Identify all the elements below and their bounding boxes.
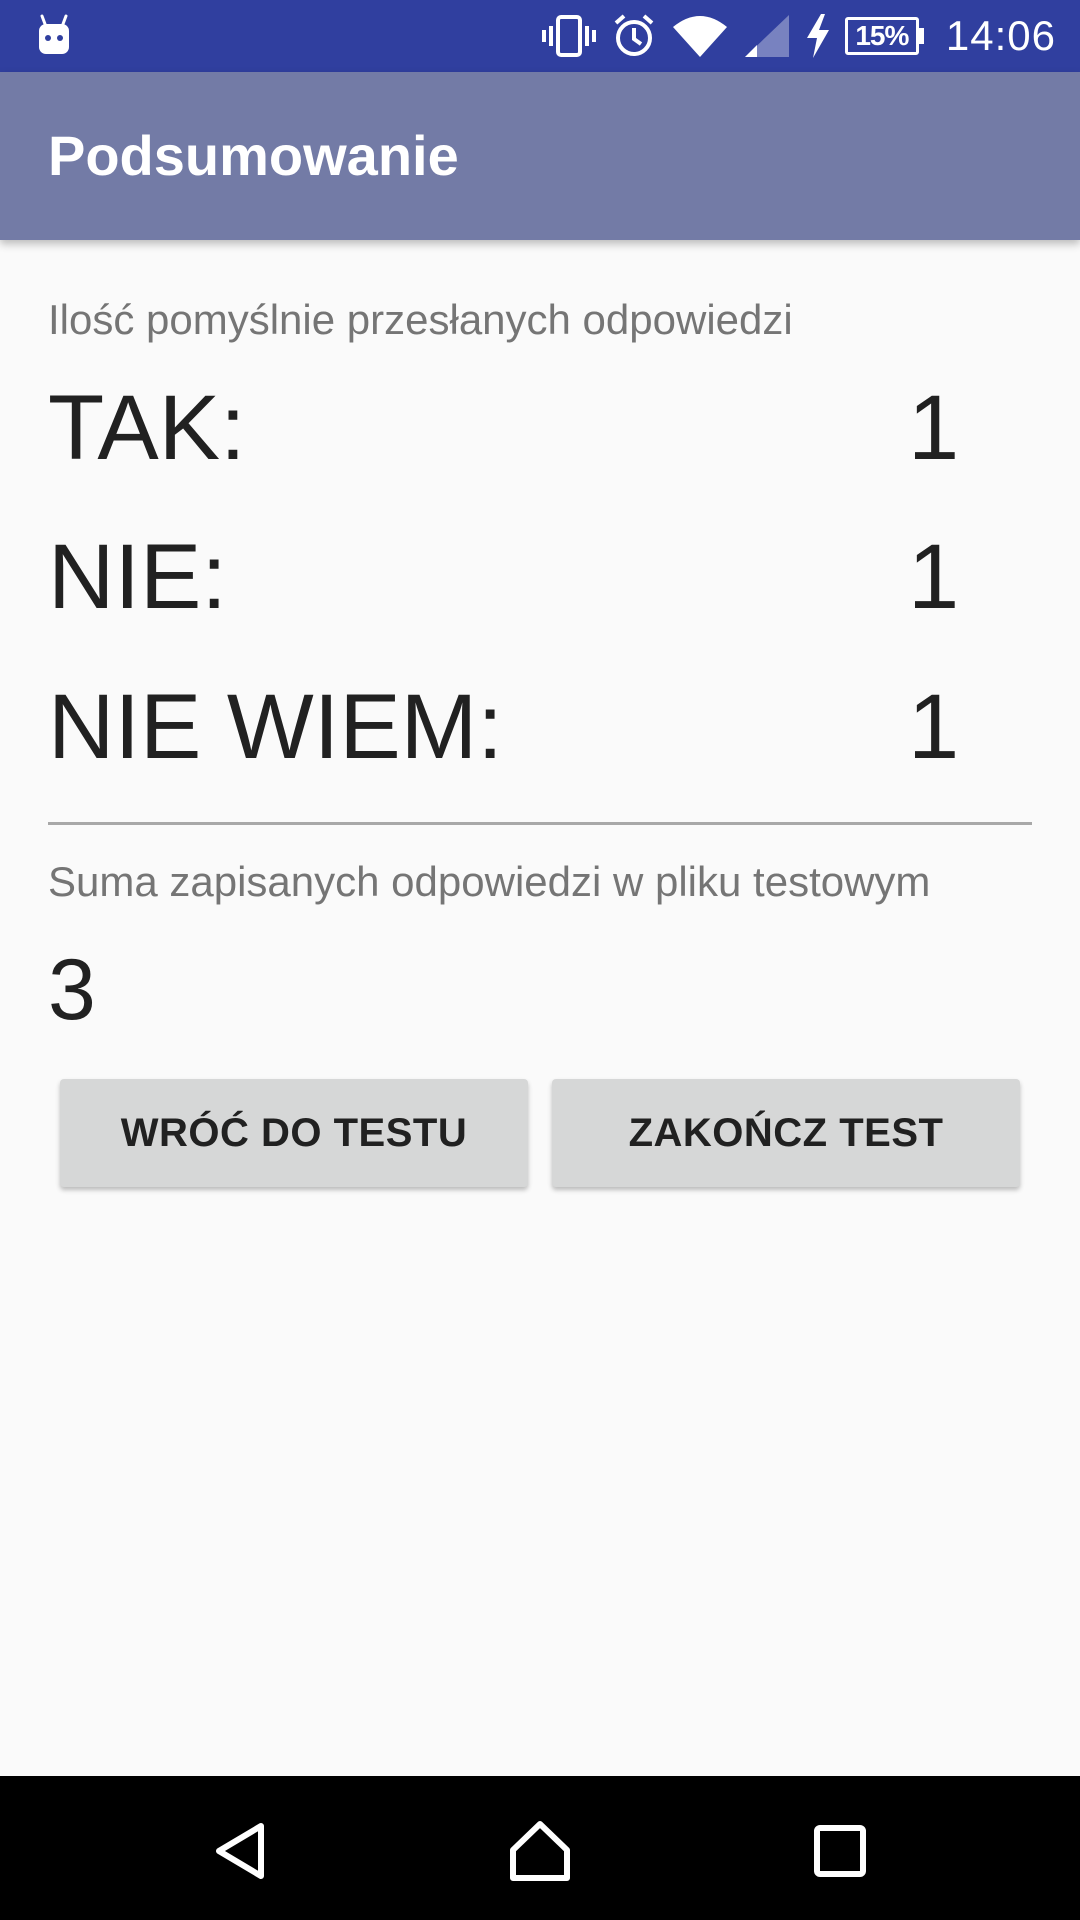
divider bbox=[48, 822, 1032, 825]
navigation-bar bbox=[0, 1776, 1080, 1920]
app-bar: Podsumowanie bbox=[0, 72, 1080, 240]
back-to-test-button[interactable]: WRÓĆ DO TESTU bbox=[60, 1079, 528, 1187]
count-row-dont-know: NIE WIEM: 1 bbox=[48, 672, 960, 782]
total-answers-value: 3 bbox=[48, 942, 96, 1038]
android-icon bbox=[39, 14, 69, 54]
vibrate-icon bbox=[541, 15, 596, 57]
alarm-icon bbox=[614, 14, 654, 56]
charging-icon bbox=[806, 14, 829, 58]
status-time: 14:06 bbox=[945, 12, 1056, 59]
back-icon[interactable] bbox=[207, 1818, 273, 1884]
count-value-no: 1 bbox=[908, 526, 960, 628]
count-value-dont-know: 1 bbox=[908, 676, 960, 778]
finish-test-button[interactable]: ZAKOŃCZ TEST bbox=[552, 1079, 1020, 1187]
battery-percent: 15% bbox=[844, 17, 919, 55]
total-answers-caption: Suma zapisanych odpowiedzi w pliku testo… bbox=[48, 858, 931, 905]
count-value-yes: 1 bbox=[908, 377, 960, 479]
battery-icon: 15% bbox=[844, 17, 924, 55]
count-label-dont-know: NIE WIEM: bbox=[48, 676, 503, 778]
status-bar: 15% 14:06 bbox=[0, 0, 1080, 72]
home-icon[interactable] bbox=[507, 1818, 573, 1884]
page-title: Podsumowanie bbox=[48, 124, 459, 187]
count-row-no: NIE: 1 bbox=[48, 522, 960, 632]
count-label-yes: TAK: bbox=[48, 377, 246, 479]
count-row-yes: TAK: 1 bbox=[48, 373, 960, 483]
wifi-icon bbox=[672, 16, 727, 57]
recents-icon[interactable] bbox=[807, 1818, 873, 1884]
sent-answers-caption: Ilość pomyślnie przesłanych odpowiedzi bbox=[48, 296, 793, 343]
count-label-no: NIE: bbox=[48, 526, 227, 628]
signal-icon bbox=[744, 15, 789, 57]
status-icons: 15% 14:06 bbox=[527, 0, 1056, 72]
